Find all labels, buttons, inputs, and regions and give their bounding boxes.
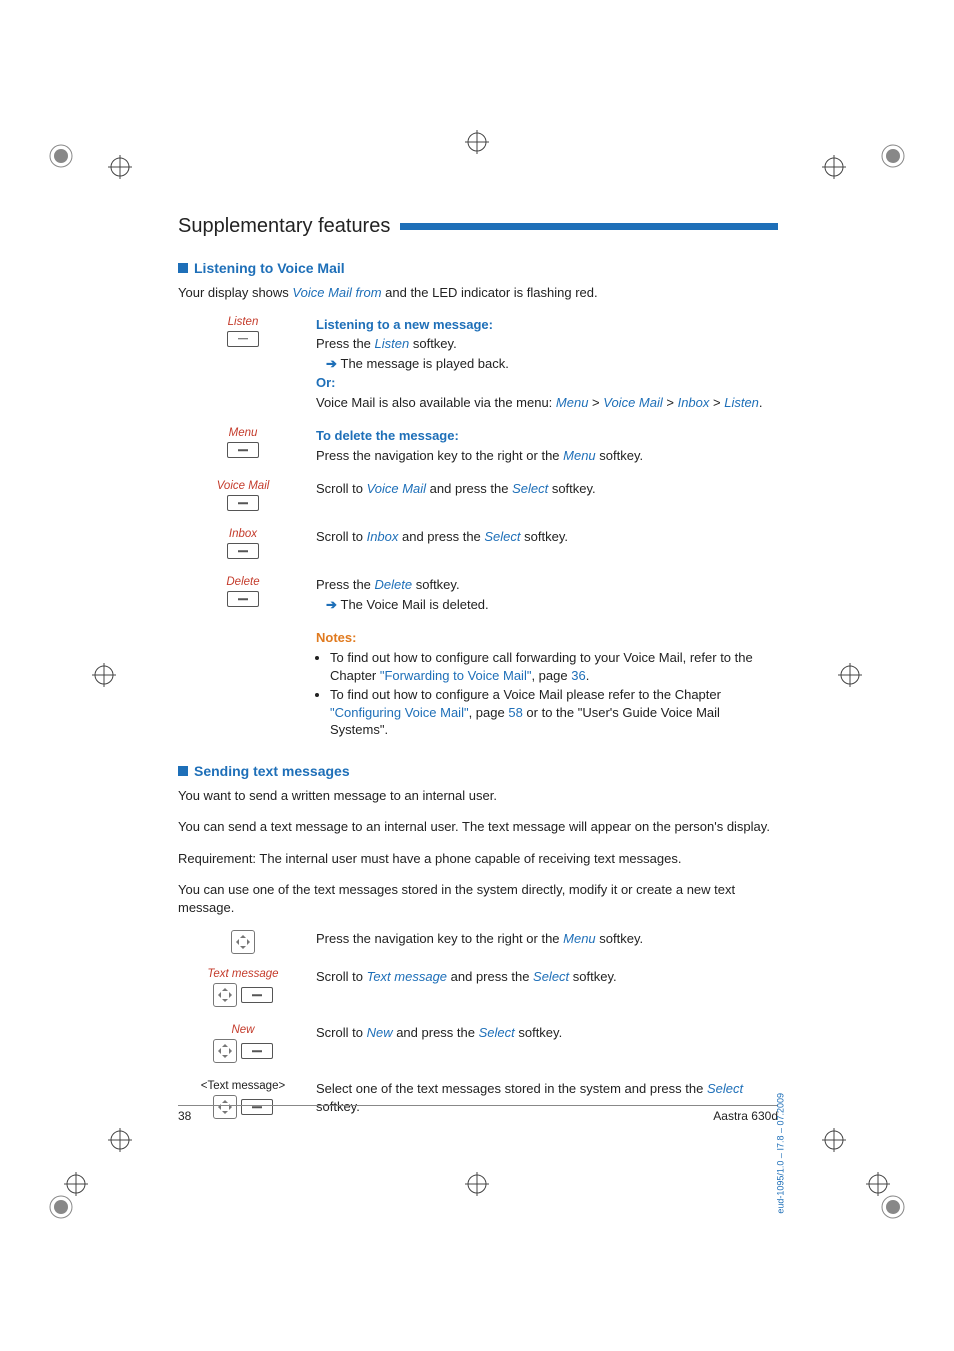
step-desc-menu: To delete the message: Press the navigat…	[316, 427, 778, 466]
step-desc-voicemail: Scroll to Voice Mail and press the Selec…	[316, 480, 778, 514]
print-mark-icon	[880, 143, 906, 169]
print-mark-icon	[108, 1128, 132, 1152]
body-paragraph: You can use one of the text messages sto…	[178, 881, 778, 916]
step-key-inbox: Inbox	[178, 528, 308, 562]
step-key-voicemail: Voice Mail	[178, 480, 308, 514]
print-mark-icon	[48, 1194, 74, 1220]
notes-block: Notes: To find out how to configure call…	[316, 629, 778, 740]
chapter-title-text: Supplementary features	[178, 215, 390, 238]
section-heading-text: Sending text messages	[178, 763, 778, 779]
print-mark-icon	[866, 1172, 890, 1196]
page-number: 38	[178, 1109, 191, 1123]
square-bullet-icon	[178, 263, 188, 273]
step-key-delete: Delete	[178, 576, 308, 615]
square-bullet-icon	[178, 766, 188, 776]
print-mark-icon	[822, 1128, 846, 1152]
print-mark-icon	[48, 143, 74, 169]
arrow-right-icon: ➔	[326, 597, 341, 612]
print-mark-icon	[92, 663, 116, 687]
link-page-58[interactable]: 58	[508, 705, 522, 720]
page-footer: 38 Aastra 630d	[178, 1105, 778, 1123]
step-desc-textmsg: Scroll to Text message and press the Sel…	[316, 968, 778, 1010]
print-mark-icon	[108, 155, 132, 179]
note-item: To find out how to configure a Voice Mai…	[330, 686, 778, 739]
product-model: Aastra 630d	[713, 1109, 778, 1123]
title-bar-icon	[400, 223, 778, 230]
softkey-icon	[241, 987, 273, 1003]
print-mark-icon	[64, 1172, 88, 1196]
step-key-nav	[178, 930, 308, 954]
navkey-icon	[231, 930, 255, 954]
chapter-title: Supplementary features	[178, 215, 778, 238]
section-title: Listening to Voice Mail	[194, 260, 345, 276]
arrow-right-icon: ➔	[326, 356, 341, 371]
softkey-icon	[227, 442, 259, 458]
link-forwarding[interactable]: "Forwarding to Voice Mail"	[380, 668, 532, 683]
softkey-icon	[227, 543, 259, 559]
section-heading-voicemail: Listening to Voice Mail	[178, 260, 778, 276]
intro-paragraph: Your display shows Voice Mail from and t…	[178, 284, 778, 302]
step-key-listen: Listen	[178, 316, 308, 414]
print-mark-icon	[465, 1172, 489, 1196]
step-desc-delete: Press the Delete softkey. ➔ The Voice Ma…	[316, 576, 778, 615]
note-item: To find out how to configure call forwar…	[330, 649, 778, 684]
print-mark-icon	[880, 1194, 906, 1220]
body-paragraph: Requirement: The internal user must have…	[178, 850, 778, 868]
step-desc-nav: Press the navigation key to the right or…	[316, 930, 778, 954]
document-id: eud-1095/1.0 – I7.8 – 07.2009	[776, 1093, 786, 1214]
print-mark-icon	[838, 663, 862, 687]
section-title: Sending text messages	[194, 763, 350, 779]
step-desc-inbox: Scroll to Inbox and press the Select sof…	[316, 528, 778, 562]
body-paragraph: You want to send a written message to an…	[178, 787, 778, 805]
softkey-icon	[227, 495, 259, 511]
softkey-icon	[227, 331, 259, 347]
step-key-new: New	[178, 1024, 308, 1066]
softkey-icon	[227, 591, 259, 607]
step-key-textmsg: Text message	[178, 968, 308, 1010]
step-desc-new: Scroll to New and press the Select softk…	[316, 1024, 778, 1066]
softkey-icon	[241, 1043, 273, 1059]
navkey-icon	[213, 1039, 237, 1063]
body-paragraph: You can send a text message to an intern…	[178, 818, 778, 836]
step-key-menu: Menu	[178, 427, 308, 466]
navkey-icon	[213, 983, 237, 1007]
print-mark-icon	[465, 130, 489, 154]
link-page-36[interactable]: 36	[571, 668, 585, 683]
print-mark-icon	[822, 155, 846, 179]
link-configuring[interactable]: "Configuring Voice Mail"	[330, 705, 469, 720]
step-desc-listen: Listening to a new message: Press the Li…	[316, 316, 778, 414]
